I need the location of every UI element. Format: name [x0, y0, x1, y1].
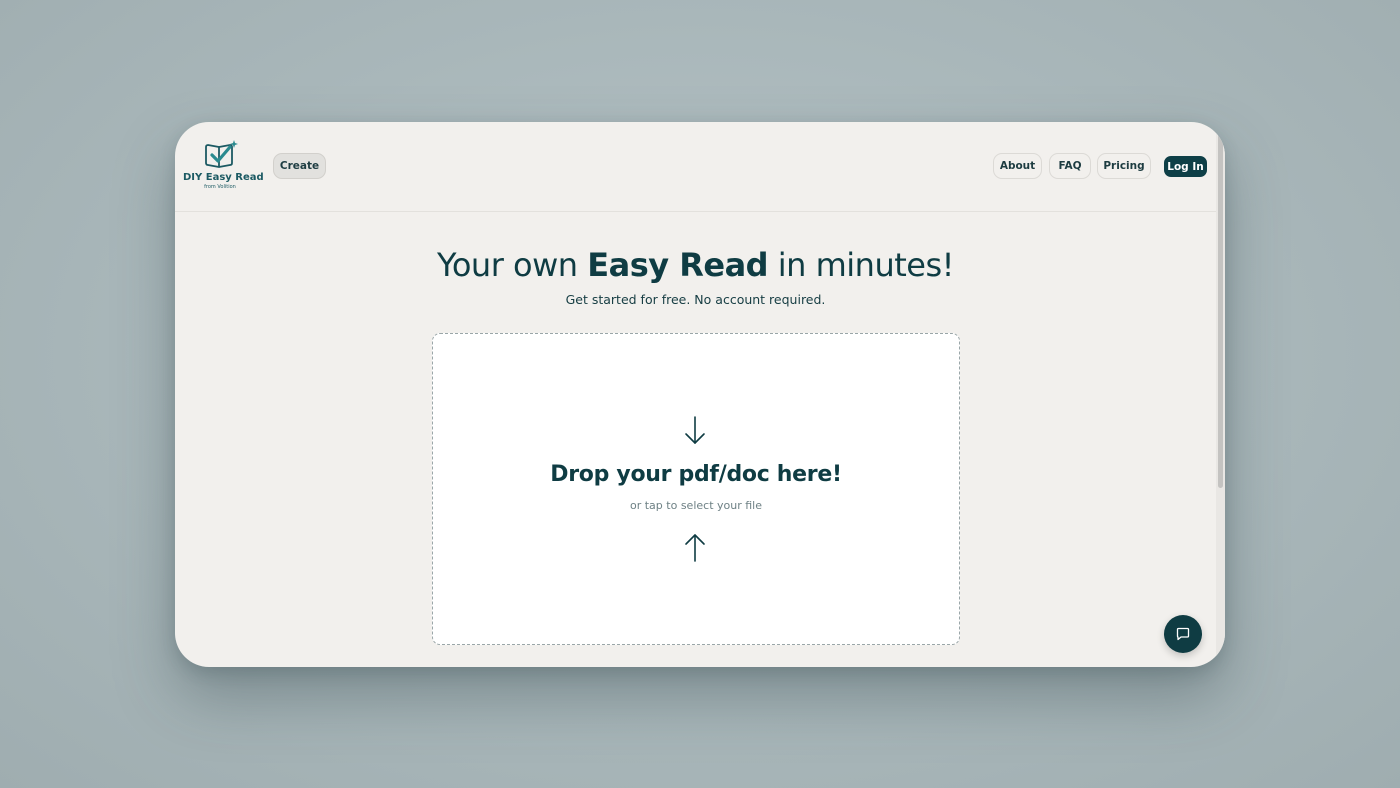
hero-title-pre: Your own: [437, 246, 588, 284]
login-button[interactable]: Log In: [1164, 156, 1207, 177]
dropzone-title: Drop your pdf/doc here!: [550, 462, 842, 487]
hero-subtitle: Get started for free. No account require…: [565, 292, 826, 307]
browser-window: DIY Easy Read from Volition Create About…: [175, 122, 1225, 667]
arrow-up-icon: [685, 534, 705, 562]
file-dropzone[interactable]: Drop your pdf/doc here! or tap to select…: [432, 333, 960, 645]
nav-faq-button[interactable]: FAQ: [1049, 153, 1091, 179]
book-checkmark-sparkle-icon: [205, 140, 238, 168]
create-button[interactable]: Create: [273, 153, 326, 179]
brand-tagline: from Volition: [204, 184, 236, 190]
nav-pricing-button[interactable]: Pricing: [1097, 153, 1151, 179]
chat-bubble-icon: [1176, 627, 1190, 641]
dropzone-subtitle[interactable]: or tap to select your file: [433, 499, 959, 512]
hero-title-bold: Easy Read: [587, 246, 769, 284]
brand-logo[interactable]: DIY Easy Read from Volition: [183, 139, 264, 195]
chat-button[interactable]: [1164, 615, 1202, 653]
page-scrollbar[interactable]: [1216, 122, 1225, 667]
arrow-down-icon: [685, 416, 705, 444]
scrollbar-thumb[interactable]: [1218, 122, 1223, 488]
hero-title: Your own Easy Read in minutes!: [175, 246, 1216, 284]
brand-name: DIY Easy Read: [183, 172, 264, 183]
site-header: DIY Easy Read from Volition Create About…: [175, 122, 1216, 212]
nav-about-button[interactable]: About: [993, 153, 1042, 179]
hero-title-post: in minutes!: [768, 246, 955, 284]
